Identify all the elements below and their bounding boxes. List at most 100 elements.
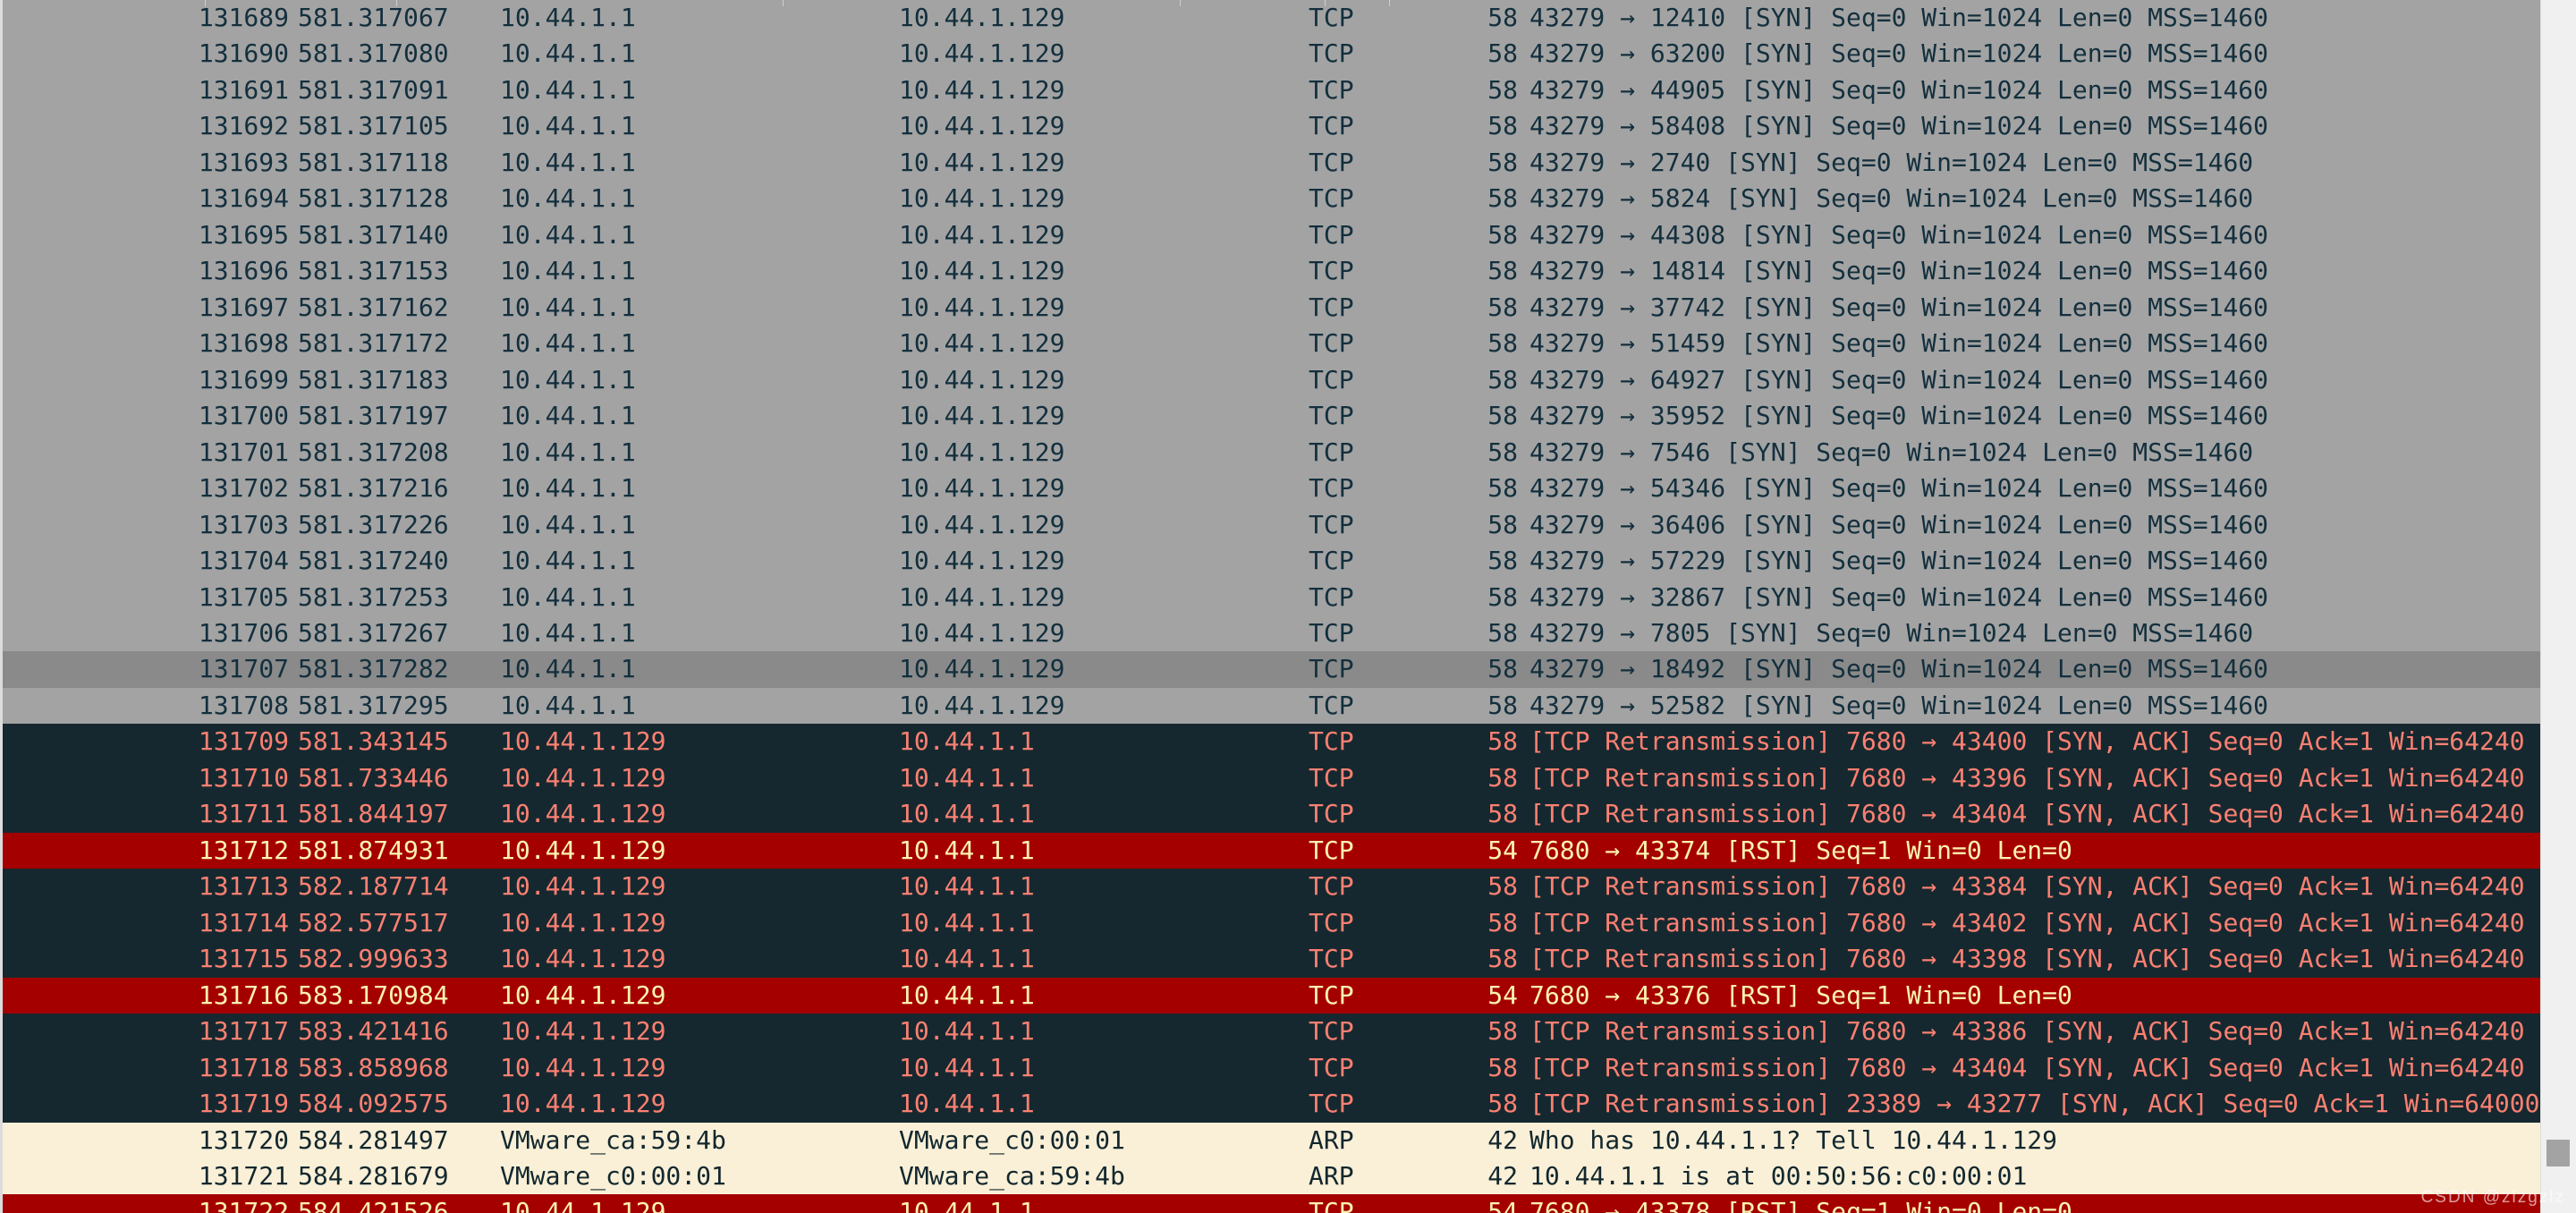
packet-length: 58 <box>1487 256 1518 286</box>
table-row[interactable]: 131698 581.317172 10.44.1.1 10.44.1.129 TCP 5… <box>3 326 2540 362</box>
table-row[interactable]: 131716 583.170984 10.44.1.129 10.44.1.1 TCP 5… <box>3 977 2540 1014</box>
packet-info: [TCP Retransmission] 7680 → 43396 [SYN, … <box>1530 762 2540 793</box>
packet-info: [TCP Retransmission] 7680 → 43384 [SYN, … <box>1530 871 2540 902</box>
table-row[interactable]: 131720 584.281497 VMware_ca:59:4b VMware_c0… <box>3 1122 2540 1158</box>
packet-info: 43279 → 63200 [SYN] Seq=0 Win=1024 Len=0… <box>1530 38 2269 69</box>
table-row[interactable]: 131709 581.343145 10.44.1.129 10.44.1.1 TCP 5… <box>3 724 2540 760</box>
table-row[interactable]: 131701 581.317208 10.44.1.1 10.44.1.129 TCP 5… <box>3 434 2540 471</box>
packet-info: 43279 → 18492 [SYN] Seq=0 Win=1024 Len=0… <box>1530 654 2269 684</box>
packet-time: 583.170984 <box>298 980 449 1010</box>
packet-source: 10.44.1.1 <box>500 183 636 214</box>
table-row[interactable]: 131703 581.317226 10.44.1.1 10.44.1.129 TCP 5… <box>3 506 2540 544</box>
packet-info: [TCP Retransmission] 7680 → 43404 [SYN, … <box>1530 799 2540 829</box>
packet-number: 131695 <box>198 219 289 250</box>
table-row[interactable]: 131695 581.317140 10.44.1.1 10.44.1.129 TCP 5… <box>3 216 2540 254</box>
table-row[interactable]: 131696 581.317153 10.44.1.1 10.44.1.129 TCP 5… <box>3 253 2540 290</box>
table-row[interactable]: 131704 581.317240 10.44.1.1 10.44.1.129 TCP 5… <box>3 543 2540 580</box>
packet-time: 581.317282 <box>298 654 449 684</box>
packet-source: 10.44.1.1 <box>500 256 636 286</box>
packet-info: 43279 → 37742 [SYN] Seq=0 Win=1024 Len=0… <box>1530 292 2269 322</box>
packet-info: 43279 → 44905 [SYN] Seq=0 Win=1024 Len=0… <box>1530 74 2269 105</box>
packet-protocol: TCP <box>1309 726 1354 757</box>
table-row[interactable]: 131718 583.858968 10.44.1.129 10.44.1.1 TCP 5… <box>3 1049 2540 1087</box>
packet-destination: 10.44.1.129 <box>899 401 1065 431</box>
packet-protocol: TCP <box>1309 364 1354 394</box>
packet-number: 131708 <box>198 690 289 720</box>
table-row[interactable]: 131702 581.317216 10.44.1.1 10.44.1.129 TCP 5… <box>3 471 2540 507</box>
packet-time: 581.733446 <box>298 762 449 793</box>
packet-time: 583.421416 <box>298 1016 449 1047</box>
packet-time: 581.844197 <box>298 799 449 829</box>
table-row[interactable]: 131699 581.317183 10.44.1.1 10.44.1.129 TCP 5… <box>3 361 2540 399</box>
packet-protocol: TCP <box>1309 944 1354 974</box>
packet-destination: 10.44.1.1 <box>899 1016 1035 1047</box>
table-row[interactable]: 131693 581.317118 10.44.1.1 10.44.1.129 TCP 5… <box>3 144 2540 182</box>
packet-source: VMware_c0:00:01 <box>500 1161 726 1191</box>
packet-destination: 10.44.1.1 <box>899 1052 1035 1082</box>
packet-length: 58 <box>1487 328 1518 359</box>
packet-info: 43279 → 14814 [SYN] Seq=0 Win=1024 Len=0… <box>1530 256 2269 286</box>
table-row[interactable]: 131711 581.844197 10.44.1.129 10.44.1.1 TCP 5… <box>3 796 2540 833</box>
table-row[interactable]: 131694 581.317128 10.44.1.1 10.44.1.129 TCP 5… <box>3 181 2540 217</box>
packet-destination: 10.44.1.129 <box>899 473 1065 504</box>
table-row[interactable]: 131705 581.317253 10.44.1.1 10.44.1.129 TCP 5… <box>3 579 2540 615</box>
table-row[interactable]: 131706 581.317267 10.44.1.1 10.44.1.129 TCP 5… <box>3 615 2540 652</box>
packet-protocol: TCP <box>1309 546 1354 576</box>
table-row[interactable]: 131708 581.317295 10.44.1.1 10.44.1.129 TCP 5… <box>3 687 2540 725</box>
scrollbar-thumb[interactable] <box>2546 1140 2570 1166</box>
packet-time: 581.317197 <box>298 401 449 431</box>
table-row[interactable]: 131690 581.317080 10.44.1.1 10.44.1.129 TCP 5… <box>3 36 2540 72</box>
packet-destination: 10.44.1.129 <box>899 3 1065 32</box>
packet-source: 10.44.1.129 <box>500 726 666 757</box>
table-row[interactable]: 131710 581.733446 10.44.1.129 10.44.1.1 TCP 5… <box>3 759 2540 797</box>
packet-info: Who has 10.44.1.1? Tell 10.44.1.129 <box>1530 1124 2058 1155</box>
packet-time: 581.317183 <box>298 364 449 394</box>
vertical-scrollbar[interactable] <box>2540 0 2576 1213</box>
packet-destination: 10.44.1.1 <box>899 835 1035 865</box>
packet-source: 10.44.1.1 <box>500 74 636 105</box>
table-row[interactable]: 131722 584.421526 10.44.1.129 10.44.1.1 TCP 5… <box>3 1194 2540 1213</box>
packet-time: 581.874931 <box>298 835 449 865</box>
packet-number: 131700 <box>198 401 289 431</box>
packet-length: 58 <box>1487 111 1518 141</box>
packet-time: 583.858968 <box>298 1052 449 1082</box>
table-row[interactable]: 131714 582.577517 10.44.1.129 10.44.1.1 TCP 5… <box>3 904 2540 942</box>
packet-length: 58 <box>1487 690 1518 720</box>
table-row[interactable]: 131713 582.187714 10.44.1.129 10.44.1.1 TCP 5… <box>3 869 2540 905</box>
table-row[interactable]: 131712 581.874931 10.44.1.129 10.44.1.1 TCP 5… <box>3 832 2540 869</box>
packet-destination: 10.44.1.129 <box>899 219 1065 250</box>
packet-protocol: TCP <box>1309 799 1354 829</box>
packet-protocol: TCP <box>1309 654 1354 684</box>
table-row[interactable]: 131717 583.421416 10.44.1.129 10.44.1.1 TCP 5… <box>3 1014 2540 1050</box>
packet-info: 43279 → 54346 [SYN] Seq=0 Win=1024 Len=0… <box>1530 473 2269 504</box>
packet-info: [TCP Retransmission] 7680 → 43404 [SYN, … <box>1530 1052 2540 1082</box>
packet-number: 131697 <box>198 292 289 322</box>
packet-destination: 10.44.1.1 <box>899 980 1035 1010</box>
packet-destination: VMware_c0:00:01 <box>899 1124 1125 1155</box>
table-row[interactable]: 131697 581.317162 10.44.1.1 10.44.1.129 TCP 5… <box>3 289 2540 327</box>
table-row[interactable]: 131692 581.317105 10.44.1.1 10.44.1.129 TCP 5… <box>3 108 2540 145</box>
packet-length: 58 <box>1487 654 1518 684</box>
packet-source: 10.44.1.129 <box>500 1197 666 1213</box>
table-row[interactable]: 131700 581.317197 10.44.1.1 10.44.1.129 TCP 5… <box>3 398 2540 435</box>
packet-number: 131689 <box>198 3 289 32</box>
packet-length: 58 <box>1487 509 1518 539</box>
packet-time: 582.577517 <box>298 907 449 937</box>
packet-length: 58 <box>1487 617 1518 648</box>
table-row[interactable]: 131715 582.999633 10.44.1.129 10.44.1.1 TCP 5… <box>3 941 2540 978</box>
table-row[interactable]: 131707 581.317282 10.44.1.1 10.44.1.129 TCP 5… <box>3 651 2540 688</box>
packet-info: [TCP Retransmission] 7680 → 43386 [SYN, … <box>1530 1016 2540 1047</box>
packet-source: 10.44.1.129 <box>500 871 666 902</box>
table-row[interactable]: 131689 581.317067 10.44.1.1 10.44.1.129 TCP 5… <box>3 0 2540 37</box>
packet-info: 43279 → 7546 [SYN] Seq=0 Win=1024 Len=0 … <box>1530 437 2254 467</box>
packet-protocol: TCP <box>1309 437 1354 467</box>
packet-list-table[interactable]: 131689 581.317067 10.44.1.1 10.44.1.129 TCP 5… <box>0 0 2540 1213</box>
packet-info: 43279 → 5824 [SYN] Seq=0 Win=1024 Len=0 … <box>1530 183 2254 214</box>
table-row[interactable]: 131691 581.317091 10.44.1.1 10.44.1.129 TCP 5… <box>3 72 2540 109</box>
packet-destination: 10.44.1.1 <box>899 799 1035 829</box>
table-row[interactable]: 131721 584.281679 VMware_c0:00:01 VMware_ca… <box>3 1158 2540 1195</box>
table-row[interactable]: 131719 584.092575 10.44.1.129 10.44.1.1 TCP 5… <box>3 1086 2540 1123</box>
packet-protocol: TCP <box>1309 111 1354 141</box>
packet-time: 581.317295 <box>298 690 449 720</box>
packet-length: 58 <box>1487 546 1518 576</box>
